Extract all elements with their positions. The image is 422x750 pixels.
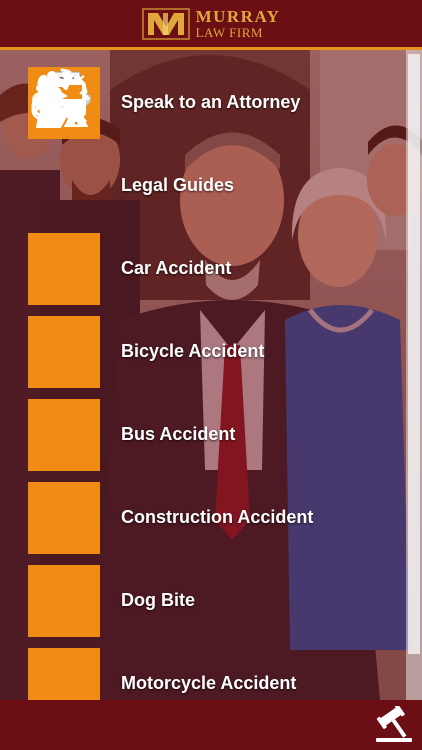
bicycle-icon [28, 71, 100, 388]
menu-item-bicycle-accident[interactable]: Bicycle Accident [28, 71, 398, 388]
menu-item-dog-bite[interactable]: Dog Bite [28, 69, 398, 637]
menu-item-label: Speak to an Attorney [121, 92, 301, 112]
logo-monogram-icon [141, 7, 190, 41]
app-header: MURRAY LAW FIRM [0, 0, 422, 50]
menu-item-car-accident[interactable]: Car Accident [28, 72, 398, 305]
book-icon [28, 71, 100, 222]
menu-item-motorcycle-accident[interactable]: Motorcycle Accident [28, 86, 398, 700]
menu-item-label: Dog Bite [121, 590, 195, 610]
menu-item-construction-accident[interactable]: Construction Accident [28, 76, 398, 554]
menu-item-label: Bus Accident [121, 424, 236, 444]
construction-worker-icon [28, 76, 100, 554]
app-footer [0, 700, 422, 750]
car-crash-icon [28, 72, 100, 305]
logo-subtitle: LAW FIRM [195, 25, 263, 40]
scrollbar-thumb[interactable] [408, 54, 420, 654]
menu-item-label: Bicycle Accident [121, 341, 265, 361]
main-menu: Speak to an Attorney Legal Guides Car Ac… [28, 66, 398, 700]
motorcycle-icon [28, 86, 100, 700]
gavel-icon[interactable] [372, 704, 416, 746]
menu-item-label: Legal Guides [121, 175, 235, 195]
menu-item-label: Motorcycle Accident [121, 673, 297, 693]
menu-item-label: Construction Accident [121, 507, 314, 527]
murray-law-firm-logo[interactable]: MURRAY LAW FIRM [141, 7, 281, 41]
logo-name: MURRAY [195, 7, 281, 26]
menu-item-label: Car Accident [121, 258, 232, 278]
scrollbar[interactable] [406, 50, 422, 700]
menu-item-legal-guides[interactable]: Legal Guides [28, 71, 398, 222]
menu-item-bus-accident[interactable]: Bus Accident [28, 80, 398, 471]
bus-icon [28, 80, 100, 471]
background-photo: Speak to an Attorney Legal Guides Car Ac… [0, 50, 422, 700]
dog-bite-icon [28, 69, 100, 637]
